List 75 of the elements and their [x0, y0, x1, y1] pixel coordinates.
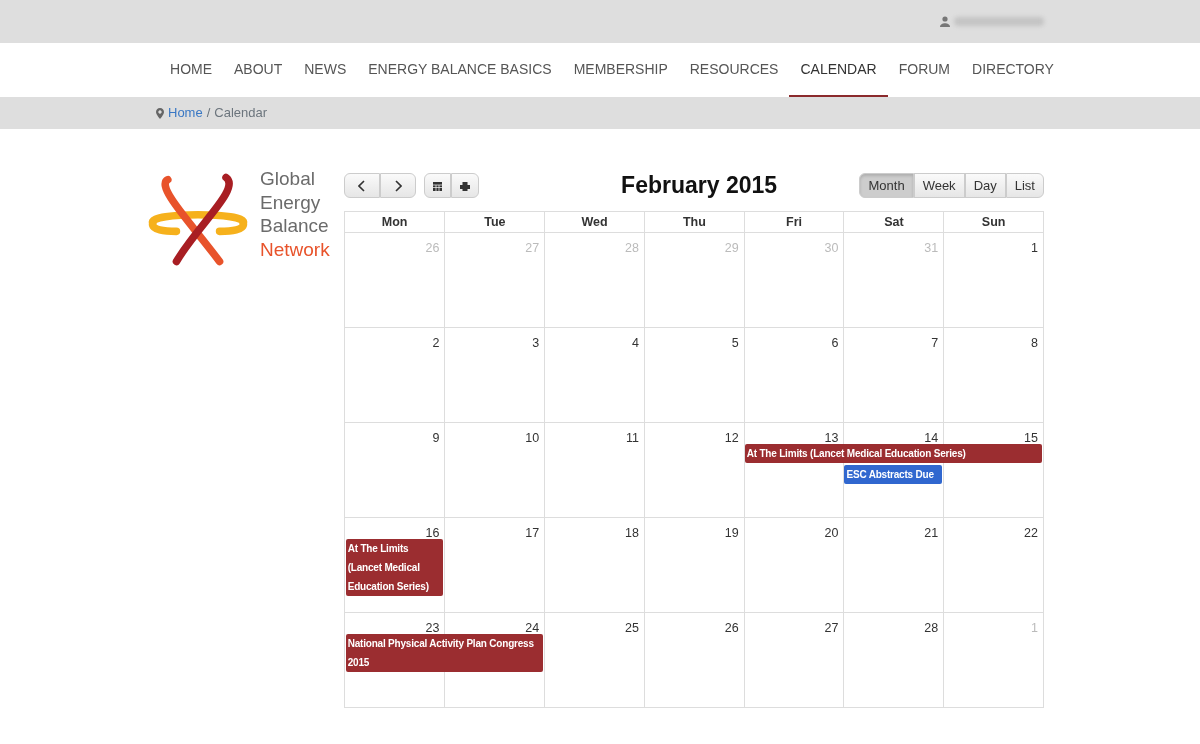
logo-text: Network — [260, 237, 330, 261]
nav-link[interactable]: MEMBERSHIP — [562, 43, 679, 97]
nav-link[interactable]: DIRECTORY — [961, 43, 1065, 97]
day-number: 31 — [924, 240, 939, 255]
previous-button[interactable] — [343, 172, 380, 198]
day-number: 28 — [924, 620, 939, 635]
view-tab[interactable]: Week — [913, 172, 965, 198]
day-number: 30 — [824, 240, 839, 255]
day-number: 23 — [425, 620, 440, 635]
nav-link[interactable]: RESOURCES — [678, 43, 790, 97]
day-number: 12 — [724, 430, 739, 445]
weekday-header: Tue — [444, 211, 545, 232]
chevron-right-icon — [393, 180, 402, 193]
day-number: 17 — [525, 525, 540, 540]
map-pin-icon — [156, 107, 164, 119]
weekday-header: Sun — [943, 211, 1043, 232]
weekday-header: Thu — [643, 211, 744, 232]
nav-link[interactable]: NEWS — [293, 43, 358, 97]
breadcrumb-current: Calendar — [214, 104, 268, 123]
day-number: 10 — [525, 430, 540, 445]
day-number: 11 — [625, 430, 639, 445]
user-icon — [940, 16, 950, 27]
day-number: 29 — [724, 240, 739, 255]
event-bar[interactable]: At The Limits (Lancet Medical Education Series) — [744, 443, 1042, 463]
next-button[interactable] — [379, 172, 416, 198]
day-number: 8 — [1031, 335, 1038, 350]
logo-text: Global — [260, 167, 316, 191]
day-number: 20 — [824, 525, 839, 540]
event-bar[interactable]: At The Limits (Lancet Medical Education Series) — [345, 538, 444, 596]
day-number: 7 — [931, 335, 939, 350]
event-bar[interactable]: ESC Abstracts Due — [844, 464, 943, 484]
day-number: 22 — [1024, 525, 1038, 540]
day-number: 14 — [924, 430, 939, 445]
logo-text: Energy — [260, 190, 322, 214]
day-number: 6 — [831, 335, 839, 350]
day-number: 27 — [525, 240, 540, 255]
print-icon — [459, 181, 470, 191]
day-number: 28 — [625, 240, 639, 255]
logo-text: Balance — [260, 214, 330, 238]
day-number: 3 — [532, 335, 540, 350]
nav-link[interactable]: ABOUT — [223, 43, 294, 97]
day-number: 15 — [1024, 430, 1038, 445]
day-number: 5 — [731, 335, 739, 350]
print-button[interactable] — [450, 172, 479, 198]
day-number: 26 — [724, 620, 739, 635]
nav-link[interactable]: ENERGY BALANCE BASICS — [357, 43, 563, 97]
weekday-header: Wed — [544, 211, 644, 232]
calendar-title: February 2015 — [621, 171, 778, 200]
day-number: 19 — [724, 525, 739, 540]
day-number: 26 — [425, 240, 440, 255]
breadcrumb-separator: / — [206, 104, 211, 123]
day-number: 4 — [632, 335, 639, 350]
weekday-header: Sat — [843, 211, 944, 232]
calendar-icon — [432, 181, 442, 191]
nav-link[interactable]: HOME — [159, 43, 223, 97]
calendar-button[interactable] — [423, 172, 451, 198]
weekday-header: Fri — [743, 211, 844, 232]
day-number: 25 — [625, 620, 639, 635]
day-number: 1 — [1031, 620, 1038, 635]
view-tab[interactable]: Month — [859, 172, 914, 198]
day-number: 9 — [432, 430, 440, 445]
day-number: 18 — [625, 525, 639, 540]
weekday-header: Mon — [380, 213, 409, 231]
nav-link[interactable]: FORUM — [887, 43, 961, 97]
day-number: 2 — [432, 335, 440, 350]
day-number: 16 — [425, 525, 440, 540]
chevron-left-icon — [357, 180, 366, 193]
day-number: 1 — [1031, 240, 1038, 255]
view-tab[interactable]: Day — [964, 172, 1006, 198]
day-number: 13 — [824, 430, 839, 445]
day-number: 24 — [525, 620, 540, 635]
day-number: 27 — [824, 620, 839, 635]
day-number: 21 — [924, 525, 939, 540]
event-bar[interactable]: National Physical Activity Plan Congress 2015 — [345, 633, 544, 672]
view-tab[interactable]: List — [1005, 172, 1044, 198]
